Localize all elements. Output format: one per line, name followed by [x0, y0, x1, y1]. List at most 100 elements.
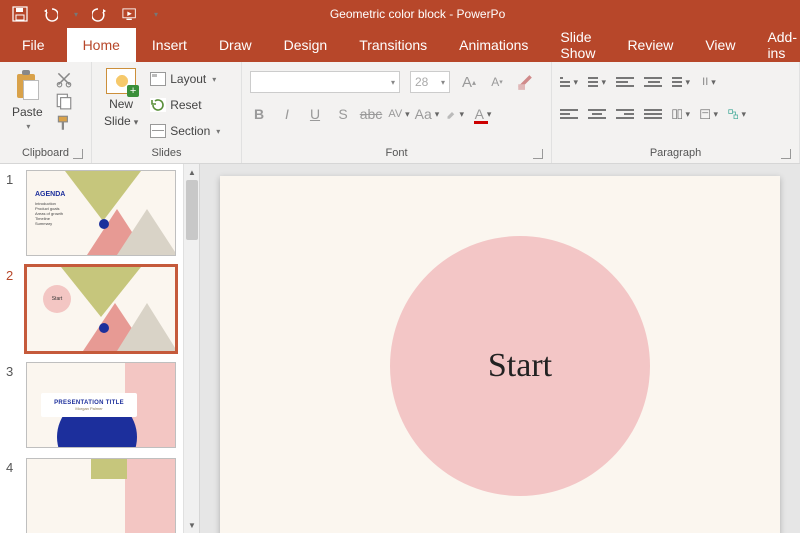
new-slide-label-2: Slide: [104, 114, 138, 128]
redo-icon[interactable]: [92, 6, 108, 22]
decrease-font-icon[interactable]: A▾: [488, 73, 506, 91]
quick-access-toolbar: ▾ ▾: [0, 6, 158, 22]
thumb1-lines: Introduction Product goals Areas of grow…: [35, 201, 63, 226]
increase-font-icon[interactable]: A▴: [460, 73, 478, 91]
start-from-beginning-icon[interactable]: [122, 6, 138, 22]
align-text-icon[interactable]: [700, 105, 718, 123]
dialog-launcher-icon[interactable]: [781, 149, 791, 159]
slide-circle-shape[interactable]: Start: [390, 236, 650, 496]
app-name-suffix: - PowerPo: [446, 7, 505, 21]
tab-view[interactable]: View: [689, 28, 751, 62]
slide-shape-text[interactable]: Start: [488, 347, 552, 385]
thumbnail-slide-1[interactable]: AGENDA Introduction Product goals Areas …: [26, 170, 176, 256]
character-spacing-icon[interactable]: AV: [390, 105, 408, 123]
scroll-up-icon[interactable]: ▲: [184, 164, 200, 180]
italic-icon[interactable]: I: [278, 105, 296, 123]
line-spacing-icon[interactable]: [672, 73, 690, 91]
copy-icon[interactable]: [55, 92, 73, 110]
thumbnail-number: 1: [6, 170, 20, 187]
title-bar: ▾ ▾ Geometric color block - PowerPo: [0, 0, 800, 28]
align-right-icon[interactable]: [616, 105, 634, 123]
decrease-indent-icon[interactable]: [616, 73, 634, 91]
font-size-value: 28: [415, 75, 428, 89]
thumbnail-slide-2[interactable]: Start: [26, 266, 176, 352]
tab-design[interactable]: Design: [268, 28, 344, 62]
clear-formatting-icon[interactable]: [516, 73, 534, 91]
new-slide-icon: +: [106, 68, 136, 94]
font-color-icon[interactable]: A: [474, 105, 492, 123]
tab-transitions[interactable]: Transitions: [343, 28, 443, 62]
columns-icon[interactable]: [672, 105, 690, 123]
reset-label: Reset: [170, 98, 201, 112]
window-title: Geometric color block - PowerPo: [330, 7, 505, 21]
format-painter-icon[interactable]: [55, 114, 73, 132]
current-slide[interactable]: Start: [220, 176, 780, 533]
ribbon-tabs: File Home Insert Draw Design Transitions…: [0, 28, 800, 62]
font-name-combo[interactable]: ▾: [250, 71, 400, 93]
cut-icon[interactable]: [55, 70, 73, 88]
align-center-icon[interactable]: [588, 105, 606, 123]
tab-insert[interactable]: Insert: [136, 28, 203, 62]
paste-label: Paste: [12, 105, 43, 119]
group-font: ▾ 28▾ A▴ A▾ B I U S abc AV Aa A Font: [242, 62, 552, 163]
slide-editor[interactable]: Start: [200, 164, 800, 533]
layout-icon: [150, 72, 166, 86]
save-icon[interactable]: [12, 6, 28, 22]
dialog-launcher-icon[interactable]: [73, 149, 83, 159]
thumb3-title2: TITLE: [106, 400, 124, 406]
new-slide-button[interactable]: + New Slide: [100, 66, 142, 130]
numbering-icon[interactable]: [588, 73, 606, 91]
thumbnail-row[interactable]: 2 Start: [6, 266, 181, 352]
thumbnails-scrollbar[interactable]: ▲ ▼: [183, 164, 199, 533]
highlight-icon[interactable]: [446, 105, 464, 123]
group-paragraph-label: Paragraph: [560, 145, 791, 161]
reset-button[interactable]: Reset: [150, 94, 220, 116]
group-slides: + New Slide Layout▾ Reset Section▾ Slide…: [92, 62, 242, 163]
tab-review[interactable]: Review: [611, 28, 689, 62]
paste-button[interactable]: Paste ▾: [8, 66, 47, 133]
slide-thumbnails-pane: 1 AGENDA Introduction Product goals Area…: [0, 164, 200, 533]
change-case-icon[interactable]: Aa: [418, 105, 436, 123]
text-direction-icon[interactable]: II: [700, 73, 718, 91]
section-button[interactable]: Section▾: [150, 120, 220, 142]
shadow-icon[interactable]: S: [334, 105, 352, 123]
layout-button[interactable]: Layout▾: [150, 68, 220, 90]
underline-icon[interactable]: U: [306, 105, 324, 123]
group-font-label: Font: [250, 145, 543, 161]
align-left-icon[interactable]: [560, 105, 578, 123]
section-label: Section: [170, 124, 210, 138]
thumbnail-number: 3: [6, 362, 20, 379]
document-title: Geometric color block: [330, 7, 446, 21]
bold-icon[interactable]: B: [250, 105, 268, 123]
layout-label: Layout: [170, 72, 206, 86]
paste-icon: [14, 68, 40, 102]
chevron-down-icon: ▾: [391, 78, 395, 87]
undo-dropdown-icon[interactable]: ▾: [74, 10, 78, 19]
new-slide-label-1: New: [109, 97, 133, 111]
font-size-combo[interactable]: 28▾: [410, 71, 450, 93]
increase-indent-icon[interactable]: [644, 73, 662, 91]
justify-icon[interactable]: [644, 105, 662, 123]
tab-file[interactable]: File: [0, 28, 67, 62]
thumbnail-row[interactable]: 4: [6, 458, 181, 533]
thumbnail-slide-4[interactable]: [26, 458, 176, 533]
scroll-down-icon[interactable]: ▼: [184, 517, 200, 533]
undo-icon[interactable]: [42, 6, 58, 22]
thumbnail-row[interactable]: 1 AGENDA Introduction Product goals Area…: [6, 170, 181, 256]
tab-home[interactable]: Home: [67, 28, 136, 62]
scroll-thumb[interactable]: [186, 180, 198, 240]
thumb3-subtitle: Morgan Palmer: [75, 406, 102, 411]
reset-icon: [150, 98, 166, 112]
tab-draw[interactable]: Draw: [203, 28, 268, 62]
thumbnail-slide-3[interactable]: PRESENTATION TITLEMorgan Palmer: [26, 362, 176, 448]
thumbnail-row[interactable]: 3 PRESENTATION TITLEMorgan Palmer: [6, 362, 181, 448]
tab-slideshow[interactable]: Slide Show: [544, 28, 611, 62]
strikethrough-icon[interactable]: abc: [362, 105, 380, 123]
dialog-launcher-icon[interactable]: [533, 149, 543, 159]
section-icon: [150, 124, 166, 138]
bullets-icon[interactable]: [560, 73, 578, 91]
tab-addins[interactable]: Add-ins: [751, 28, 800, 62]
qat-customize-icon[interactable]: ▾: [154, 10, 158, 19]
smartart-icon[interactable]: [728, 105, 746, 123]
tab-animations[interactable]: Animations: [443, 28, 544, 62]
